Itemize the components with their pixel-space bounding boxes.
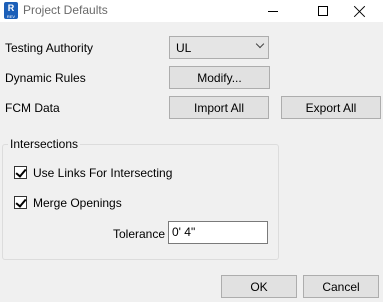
window-title: Project Defaults [23, 3, 108, 17]
testing-authority-label: Testing Authority [5, 41, 94, 55]
modify-button[interactable]: Modify... [169, 66, 270, 89]
app-icon-subtext: REV [6, 14, 16, 19]
cancel-button[interactable]: Cancel [303, 275, 379, 298]
testing-authority-dropdown[interactable]: UL [169, 36, 269, 59]
use-links-label: Use Links For Intersecting [33, 166, 173, 180]
app-icon: R REV [4, 2, 18, 19]
close-icon [354, 5, 366, 17]
import-all-button[interactable]: Import All [169, 96, 269, 119]
testing-authority-value: UL [176, 41, 192, 55]
minimize-button[interactable] [250, 0, 296, 22]
export-all-button[interactable]: Export All [281, 96, 381, 119]
chevron-down-icon [255, 39, 265, 49]
title-bar: R REV Project Defaults [0, 0, 383, 22]
maximize-icon [318, 6, 328, 16]
tolerance-input[interactable]: 0' 4" [168, 221, 268, 244]
close-button[interactable] [337, 0, 383, 22]
merge-openings-label: Merge Openings [33, 196, 122, 210]
minimize-icon [268, 10, 278, 12]
app-icon-letter: R [7, 3, 15, 13]
intersections-group-title: Intersections [8, 137, 81, 151]
ok-button[interactable]: OK [221, 275, 297, 298]
merge-openings-checkbox[interactable] [14, 196, 27, 209]
tolerance-label: Tolerance [113, 227, 166, 241]
dynamic-rules-label: Dynamic Rules [5, 71, 86, 85]
fcm-data-label: FCM Data [5, 101, 60, 115]
use-links-checkbox[interactable] [14, 166, 27, 179]
